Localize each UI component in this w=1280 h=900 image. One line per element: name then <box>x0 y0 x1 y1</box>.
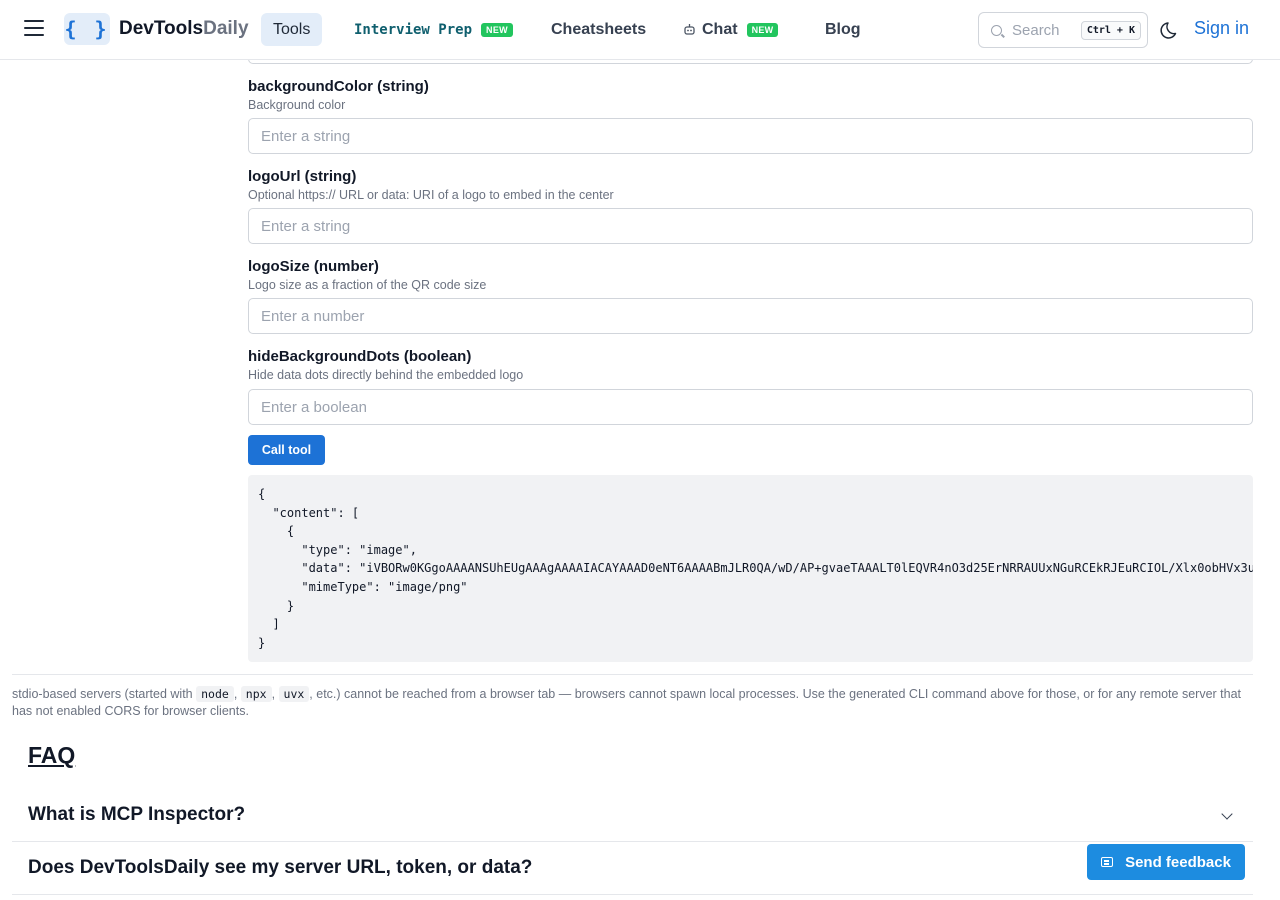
chevron-down-icon <box>1221 808 1233 820</box>
top-navbar: { } DevToolsDaily Tools Interview Prep N… <box>0 0 1280 60</box>
faq-question: Does DevToolsDaily see my server URL, to… <box>28 857 533 878</box>
code-line: { <box>258 524 295 539</box>
code-line: "mimeType": "image/png" <box>258 579 468 594</box>
nav-interview-prep-label: Interview Prep <box>354 21 473 38</box>
faq-heading: FAQ <box>28 742 76 768</box>
inline-code-uvx: uvx <box>278 686 310 702</box>
stdio-note: stdio-based servers (started with node, … <box>12 686 1242 718</box>
code-line: { <box>258 487 266 501</box>
moon-icon[interactable] <box>1160 19 1182 41</box>
code-line: ] <box>258 617 280 632</box>
nav-tools[interactable]: Tools <box>261 13 323 46</box>
field-description-hidebackgrounddots: Hide data dots directly behind the embed… <box>248 368 524 382</box>
faq-question: What is MCP Inspector? <box>28 804 246 825</box>
inline-code-npx: npx <box>240 686 272 702</box>
code-line: "data": "iVBORw0KGgoAAAANSUhEUgAAAgAAAAI… <box>258 561 1253 576</box>
logo-braces-icon[interactable]: { } <box>64 13 110 45</box>
message-icon <box>1101 857 1114 867</box>
robot-icon <box>683 23 696 36</box>
tool-result-json: { "content": [ { "type": "image", "data"… <box>248 475 1253 662</box>
nav-interview-prep[interactable]: Interview Prep NEW <box>354 13 513 46</box>
nav-chat[interactable]: Chat NEW <box>683 13 779 46</box>
send-feedback-button[interactable]: Send feedback <box>1087 844 1245 880</box>
nav-cheatsheets[interactable]: Cheatsheets <box>551 13 646 46</box>
send-feedback-label: Send feedback <box>1125 853 1231 871</box>
new-badge: NEW <box>746 22 779 37</box>
brand-main: DevTools <box>119 18 204 39</box>
section-divider <box>12 674 1253 675</box>
field-description-backgroundcolor: Background color <box>248 98 346 112</box>
field-label-logourl: logoUrl (string) <box>248 168 357 185</box>
search-input[interactable]: Search Ctrl + K <box>978 12 1148 48</box>
code-line: "content": [ <box>258 505 360 520</box>
code-line: "type": "image", <box>258 542 417 557</box>
note-prefix: stdio-based servers (started with <box>12 687 193 701</box>
logosize-input[interactable]: Enter a number <box>248 298 1253 334</box>
search-placeholder: Search <box>1012 21 1060 39</box>
code-line: } <box>258 598 295 613</box>
call-tool-button[interactable]: Call tool <box>248 435 325 465</box>
code-line: } <box>258 635 266 650</box>
logourl-input[interactable]: Enter a string <box>248 208 1253 244</box>
faq-item[interactable]: What is MCP Inspector? <box>12 790 1253 842</box>
field-description-logosize: Logo size as a fraction of the QR code s… <box>248 278 487 292</box>
hidebackgrounddots-input[interactable]: Enter a boolean <box>248 389 1253 425</box>
new-badge: NEW <box>481 22 513 37</box>
inline-code-node: node <box>196 686 234 702</box>
field-label-hidebackgrounddots: hideBackgroundDots (boolean) <box>248 348 472 365</box>
hamburger-menu-icon[interactable] <box>24 20 44 38</box>
nav-blog[interactable]: Blog <box>825 13 861 46</box>
backgroundcolor-input[interactable]: Enter a string <box>248 118 1253 154</box>
field-description-logourl: Optional https:// URL or data: URI of a … <box>248 188 614 202</box>
field-label-logosize: logoSize (number) <box>248 258 379 275</box>
brand-accent: Daily <box>203 18 249 39</box>
nav-chat-label: Chat <box>702 20 738 38</box>
sign-in-link[interactable]: Sign in <box>1194 18 1249 39</box>
search-icon <box>991 24 1002 36</box>
field-label-backgroundcolor: backgroundColor (string) <box>248 78 429 95</box>
keyboard-shortcut-hint: Ctrl + K <box>1080 20 1141 40</box>
faq-item[interactable]: Does DevToolsDaily see my server URL, to… <box>12 843 1253 895</box>
brand-name[interactable]: DevToolsDaily <box>119 18 249 40</box>
